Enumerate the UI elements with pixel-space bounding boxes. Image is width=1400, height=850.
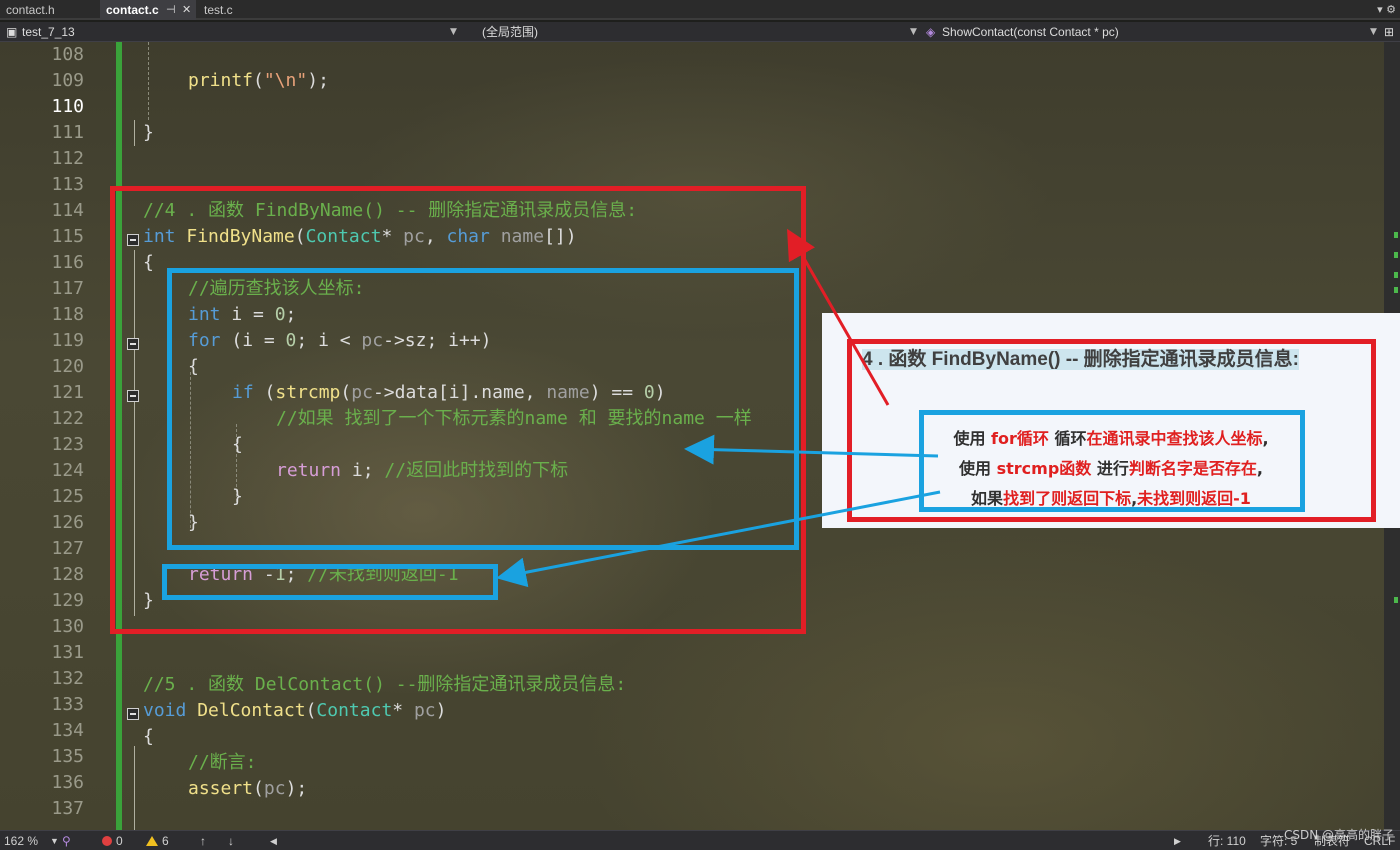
cursor-line: 行: 110: [1208, 834, 1246, 848]
line-number: 113: [51, 174, 84, 195]
line-number: 124: [51, 460, 84, 481]
error-count[interactable]: 0: [102, 831, 123, 850]
annotation-line-1: 使用 for循环 循环在通讯录中查找该人坐标,: [953, 429, 1269, 448]
chevron-down-icon[interactable]: ▼: [910, 22, 917, 42]
line-number: 126: [51, 512, 84, 533]
code-line-136: assert(pc);: [188, 778, 308, 799]
line-number: 112: [51, 148, 84, 169]
line-number: 121: [51, 382, 84, 403]
line-number: 108: [51, 44, 84, 65]
line-number: 128: [51, 564, 84, 585]
line-number: 115: [51, 226, 84, 247]
project-icon: ▣: [6, 25, 18, 39]
split-icon[interactable]: ⊞: [1384, 22, 1394, 42]
line-number-current: 110: [51, 96, 84, 117]
line-number: 111: [51, 122, 84, 143]
line-number: 116: [51, 252, 84, 273]
tab-overflow-icon[interactable]: ▾ ⚙: [1377, 0, 1396, 20]
annotation-line-2: 使用 strcmp函数 进行判断名字是否存在,: [959, 459, 1263, 478]
code-line-135: //断言:: [188, 752, 257, 773]
prev-issue-button[interactable]: ↑: [200, 831, 206, 850]
code-line-111: }: [143, 122, 154, 143]
scope-line: [134, 746, 135, 830]
health-icon[interactable]: ⚲: [62, 831, 71, 850]
indent-guide: [148, 42, 149, 120]
line-number: 136: [51, 772, 84, 793]
line-number: 137: [51, 798, 84, 819]
scroll-left-icon[interactable]: ◀: [270, 831, 277, 850]
pin-icon[interactable]: ⊣: [166, 0, 176, 20]
code-line-132: //5 . 函数 DelContact() --删除指定通讯录成员信息:: [143, 674, 627, 695]
change-marker: [1394, 272, 1398, 278]
scope-dropdown[interactable]: (全局范围): [482, 22, 538, 42]
line-number: 114: [51, 200, 84, 221]
fold-toggle-icon[interactable]: [127, 708, 139, 720]
change-marker: [1394, 232, 1398, 238]
line-number: 120: [51, 356, 84, 377]
chevron-down-icon[interactable]: ▼: [1370, 22, 1377, 42]
line-number: 119: [51, 330, 84, 351]
line-number: 130: [51, 616, 84, 637]
member-icon: ◈: [926, 25, 936, 39]
line-number: 127: [51, 538, 84, 559]
zoom-level[interactable]: 162 %: [4, 831, 38, 850]
change-marker: [1394, 597, 1398, 603]
line-number: 129: [51, 590, 84, 611]
code-line-133: void DelContact(Contact* pc): [143, 700, 447, 721]
tab-contact-h[interactable]: contact.h: [0, 0, 100, 20]
tab-test-c[interactable]: test.c: [198, 0, 274, 20]
tab-bar: contact.h contact.c ⊣ ✕ test.c ▾ ⚙: [0, 0, 1400, 20]
project-dropdown[interactable]: test_7_13: [22, 22, 75, 42]
line-number: 133: [51, 694, 84, 715]
navigation-bar: ▣ test_7_13 ▼ (全局范围) ▼ ◈ ShowContact(con…: [0, 22, 1400, 42]
return-highlight-box: [162, 564, 498, 600]
line-number: 117: [51, 278, 84, 299]
line-number: 125: [51, 486, 84, 507]
warning-count[interactable]: 6: [146, 831, 169, 850]
chevron-down-icon[interactable]: ▼: [50, 831, 59, 850]
scope-line: [134, 120, 135, 146]
line-number: 135: [51, 746, 84, 767]
code-line-134: {: [143, 726, 154, 747]
change-marker: [1394, 287, 1398, 293]
line-number: 132: [51, 668, 84, 689]
change-marker: [1394, 252, 1398, 258]
annotation-line-3: 如果找到了则返回下标,未找到则返回-1: [971, 489, 1251, 508]
line-number: 109: [51, 70, 84, 91]
status-bar: 162 % ▼ ⚲ 0 6 ↑ ↓ ◀ ▶ 行: 110 字符: 5 制表符 C…: [0, 830, 1400, 850]
annotation-title: 4 . 函数 FindByName() -- 删除指定通讯录成员信息:: [862, 349, 1300, 370]
line-number: 134: [51, 720, 84, 741]
warning-icon: [146, 836, 158, 846]
line-number: 118: [51, 304, 84, 325]
line-number: 122: [51, 408, 84, 429]
loop-highlight-box: [167, 268, 799, 550]
close-icon[interactable]: ✕: [182, 0, 191, 20]
next-issue-button[interactable]: ↓: [228, 831, 234, 850]
line-number: 131: [51, 642, 84, 663]
line-number: 123: [51, 434, 84, 455]
member-dropdown[interactable]: ShowContact(const Contact * pc): [942, 22, 1119, 42]
error-icon: [102, 836, 112, 846]
code-line-109: printf("\n");: [188, 70, 329, 91]
tab-label: contact.c: [106, 3, 159, 17]
watermark: CSDN @高高的胖子: [1283, 828, 1394, 842]
chevron-down-icon[interactable]: ▼: [450, 22, 457, 42]
scroll-right-icon[interactable]: ▶: [1174, 831, 1181, 850]
